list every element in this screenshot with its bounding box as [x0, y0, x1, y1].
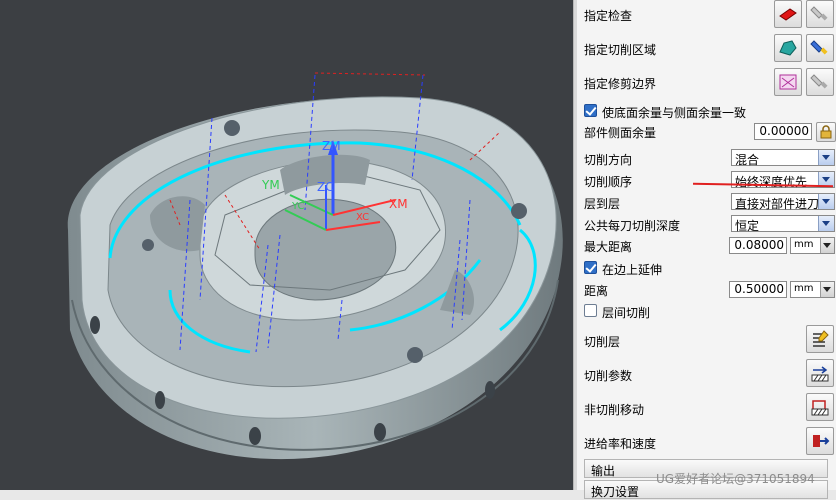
part-model: ZM ZC YM YC XM XC [67, 72, 563, 460]
feeds-speeds-row: 进给率和速度 [577, 427, 836, 457]
floor-wall-same-row: 使底面余量与侧面余量一致 [577, 103, 836, 121]
extend-at-edges-row: 在边上延伸 [577, 260, 836, 278]
cut-direction-select[interactable]: 混合 [731, 149, 835, 167]
non-cut-moves-label: 非切削移动 [584, 403, 645, 417]
cut-params-button[interactable] [806, 359, 834, 387]
distance-label: 距离 [584, 284, 609, 298]
cut-order-row: 切削顺序 始终深度优先 [577, 171, 836, 191]
specify-check-label: 指定检查 [584, 9, 633, 23]
cut-direction-label: 切削方向 [584, 153, 633, 167]
between-levels-label: 层间切削 [602, 306, 651, 320]
cut-order-label: 切削顺序 [584, 175, 633, 189]
cut-levels-button[interactable] [806, 325, 834, 353]
between-levels-checkbox[interactable] [584, 304, 597, 317]
cut-to-level-value: 直接对部件进刀 [735, 197, 820, 211]
common-depth-label: 公共每刀切削深度 [584, 219, 681, 233]
cut-params-icon [811, 366, 829, 382]
graphics-viewport[interactable]: ZM ZC YM YC XM XC [0, 0, 573, 490]
cut-to-level-row: 层到层 直接对部件进刀 [577, 193, 836, 213]
select-trim-boundary-button[interactable] [774, 68, 802, 96]
specify-check-row: 指定检查 [577, 0, 836, 30]
chevron-down-icon [818, 216, 834, 231]
display-trim-boundary-button[interactable] [806, 68, 834, 96]
lock-icon [820, 125, 832, 139]
common-depth-row: 公共每刀切削深度 恒定 [577, 215, 836, 235]
max-distance-unit: mm [794, 239, 814, 250]
specify-cut-area-label: 指定切削区域 [584, 43, 657, 57]
cut-direction-row: 切削方向 混合 [577, 149, 836, 169]
chevron-down-icon [818, 150, 834, 165]
lock-button[interactable] [816, 122, 836, 142]
tool-group-label: 换刀设置 [591, 485, 640, 499]
feeds-speeds-label: 进给率和速度 [584, 437, 657, 451]
yc-label: YC [291, 201, 305, 212]
cut-levels-row: 切削层 [577, 325, 836, 355]
specify-cut-area-row: 指定切削区域 [577, 33, 836, 63]
feeds-speeds-icon [813, 435, 830, 447]
non-cut-moves-row: 非切削移动 [577, 393, 836, 423]
select-check-geometry-button[interactable] [774, 0, 802, 28]
max-distance-row: 最大距离 0.08000 mm [577, 236, 836, 256]
xm-label: XM [389, 197, 408, 211]
cut-direction-value: 混合 [735, 153, 760, 167]
max-distance-unit-select[interactable]: mm [790, 237, 835, 254]
forum-watermark: UG爱好者论坛@371051894 [656, 472, 815, 486]
cut-levels-icon [813, 330, 829, 347]
cut-order-value: 始终深度优先 [735, 175, 808, 189]
xc-label: XC [356, 212, 369, 223]
ym-label: YM [261, 178, 280, 192]
chevron-down-icon [820, 238, 834, 253]
cut-params-row: 切削参数 [577, 359, 836, 389]
zm-label: ZM [322, 139, 341, 153]
part-side-stock-row: 部件侧面余量 0.00000 [577, 122, 836, 144]
cut-to-level-label: 层到层 [584, 197, 621, 211]
feeds-speeds-button[interactable] [806, 427, 834, 455]
between-levels-row: 层间切削 [577, 303, 836, 321]
distance-row: 距离 0.50000 mm [577, 280, 836, 300]
floor-wall-same-checkbox[interactable] [584, 104, 597, 117]
cut-to-level-select[interactable]: 直接对部件进刀 [731, 193, 835, 211]
extend-at-edges-label: 在边上延伸 [602, 263, 663, 277]
common-depth-select[interactable]: 恒定 [731, 215, 835, 233]
flashlight-icon [810, 40, 828, 55]
specify-trim-boundary-label: 指定修剪边界 [584, 77, 657, 91]
operation-dialog-panel: 指定检查 指定切削区域 指定修剪边界 使底面余量与侧面余量一致 部件侧面余量 0… [577, 0, 836, 499]
non-cut-moves-icon [811, 400, 829, 416]
part-side-stock-input[interactable]: 0.00000 [754, 123, 812, 140]
select-cut-area-button[interactable] [774, 34, 802, 62]
flashlight-icon [810, 74, 828, 89]
distance-unit-select[interactable]: mm [790, 281, 835, 298]
max-distance-input[interactable]: 0.08000 [729, 237, 787, 254]
cut-levels-label: 切削层 [584, 335, 621, 349]
specify-trim-boundary-row: 指定修剪边界 [577, 67, 836, 97]
check-geometry-icon [779, 8, 797, 21]
part-side-stock-label: 部件侧面余量 [584, 126, 657, 140]
extend-at-edges-checkbox[interactable] [584, 261, 597, 274]
trim-boundary-icon [779, 74, 797, 90]
display-check-button[interactable] [806, 0, 834, 28]
distance-unit: mm [794, 283, 814, 294]
common-depth-value: 恒定 [735, 219, 760, 233]
cut-area-icon [779, 40, 797, 56]
chevron-down-icon [820, 282, 834, 297]
display-cut-area-button[interactable] [806, 34, 834, 62]
zc-label: ZC [317, 180, 334, 194]
flashlight-icon [810, 6, 828, 21]
non-cut-moves-button[interactable] [806, 393, 834, 421]
max-distance-label: 最大距离 [584, 240, 633, 254]
floor-wall-same-label: 使底面余量与侧面余量一致 [602, 106, 747, 120]
distance-input[interactable]: 0.50000 [729, 281, 787, 298]
cut-params-label: 切削参数 [584, 369, 633, 383]
output-group-label: 输出 [591, 464, 616, 478]
chevron-down-icon [818, 194, 834, 209]
